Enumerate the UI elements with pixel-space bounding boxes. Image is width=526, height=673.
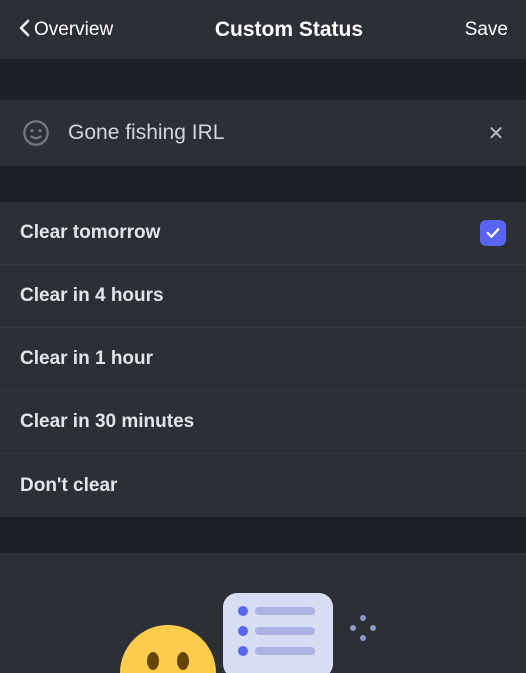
decorative-illustration [0,553,526,673]
option-label: Clear in 4 hours [20,285,164,307]
spacer [0,60,526,100]
status-input-row: ✕ [0,100,526,166]
option-dont-clear[interactable]: Don't clear [0,454,526,517]
smiley-icon [22,119,50,147]
option-label: Don't clear [20,475,117,497]
back-button[interactable]: Overview [18,19,113,41]
option-clear-tomorrow[interactable]: Clear tomorrow [0,202,526,265]
save-button[interactable]: Save [465,19,508,41]
option-clear-4-hours[interactable]: Clear in 4 hours [0,265,526,328]
option-clear-30-minutes[interactable]: Clear in 30 minutes [0,391,526,454]
checkmark-icon [480,220,506,246]
chevron-left-icon [18,19,30,41]
option-clear-1-hour[interactable]: Clear in 1 hour [0,328,526,391]
option-label: Clear tomorrow [20,222,160,244]
spacer [0,166,526,202]
page-title: Custom Status [215,18,363,42]
option-label: Clear in 1 hour [20,348,153,370]
option-label: Clear in 30 minutes [20,411,194,433]
header-bar: Overview Custom Status Save [0,0,526,60]
clear-input-button[interactable]: ✕ [484,121,508,146]
status-text-input[interactable] [68,121,466,145]
clear-after-options: Clear tomorrow Clear in 4 hours Clear in… [0,202,526,517]
spacer [0,517,526,553]
emoji-picker-button[interactable] [22,119,50,147]
back-label: Overview [34,19,113,41]
